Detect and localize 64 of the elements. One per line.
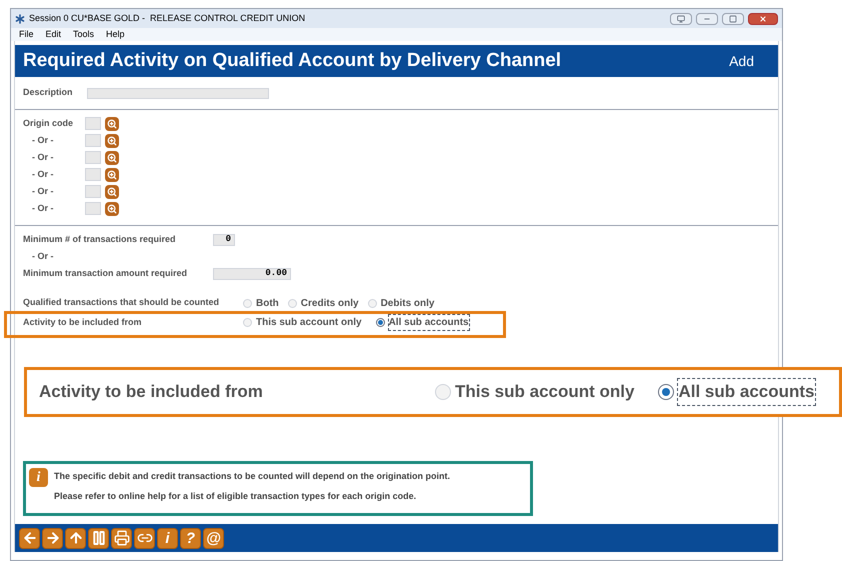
search-button[interactable] xyxy=(105,168,119,182)
close-icon xyxy=(759,14,767,22)
toolbar-button[interactable] xyxy=(19,528,40,548)
radio-label: All sub accounts xyxy=(388,315,469,330)
radio-button[interactable] xyxy=(376,318,385,327)
pause-icon xyxy=(90,530,106,546)
field-label: - Or - xyxy=(31,134,54,147)
field-label: - Or - xyxy=(31,202,54,215)
search-button[interactable] xyxy=(105,150,119,164)
origin-code-field[interactable] xyxy=(85,151,101,164)
field-label: - Or - xyxy=(31,150,54,164)
origin-code-field[interactable] xyxy=(85,117,101,130)
toolbar-button[interactable] xyxy=(65,528,86,548)
info-text: The specific debit and credit transactions to be counted will depend on the origination point. xyxy=(54,470,450,483)
origin-code-field[interactable] xyxy=(85,185,101,198)
toolbar-button[interactable] xyxy=(134,528,155,548)
search-button[interactable] xyxy=(105,134,119,148)
monitor-icon xyxy=(677,14,685,22)
field-label: Activity to be included from xyxy=(23,316,143,329)
mode-label: Add xyxy=(729,52,754,70)
menu-item[interactable]: Tools xyxy=(73,28,94,42)
printer-icon xyxy=(114,530,130,546)
radio-label: Debits only xyxy=(380,296,434,310)
search-button[interactable] xyxy=(105,184,119,198)
transaction-count-field[interactable]: 0 xyxy=(213,234,235,246)
maximize-button[interactable] xyxy=(722,12,744,24)
page-title: Required Activity on Qualified Account by Delivery Channel xyxy=(23,48,562,73)
toolbar-button[interactable] xyxy=(88,528,109,548)
origin-code-field[interactable] xyxy=(85,134,101,147)
menu-item[interactable]: Edit xyxy=(46,28,62,42)
callout-label: Activity to be included from xyxy=(39,381,264,404)
amount-field[interactable]: 0.00 xyxy=(213,268,291,280)
toolbar-button[interactable] xyxy=(42,528,63,548)
search-button[interactable] xyxy=(105,202,119,216)
info-text: Please refer to online help for a list of eligible transaction types for each origin code. xyxy=(54,490,418,503)
asterisk-icon xyxy=(15,14,25,24)
menu-item[interactable]: Help xyxy=(106,28,125,42)
forward-arrow-icon xyxy=(44,530,60,546)
back-arrow-icon xyxy=(22,530,38,546)
radio-button[interactable] xyxy=(658,384,674,400)
toolbar-button[interactable] xyxy=(111,528,132,548)
field-label: - Or - xyxy=(31,168,54,181)
field-label: Qualified transactions that should be counted xyxy=(23,296,220,310)
or-label: - Or - xyxy=(31,250,54,263)
search-button[interactable] xyxy=(105,116,119,130)
field-label: Minimum # of transactions required xyxy=(23,233,177,246)
field-label: Minimum transaction amount required xyxy=(23,266,188,280)
info-icon: i xyxy=(29,468,48,487)
maximize-icon xyxy=(729,14,737,22)
radio-label: This sub account only xyxy=(455,381,634,404)
radio-label: Both xyxy=(256,296,279,310)
field-label: Description xyxy=(23,86,74,100)
radio-label: All sub accounts xyxy=(678,379,814,405)
window-title: Session 0 CU*BASE GOLD - RELEASE CONTROL CREDIT UNION xyxy=(29,12,306,25)
field-label: - Or - xyxy=(31,184,54,198)
radio-label: Credits only xyxy=(300,296,359,310)
description-field[interactable] xyxy=(87,88,269,98)
radio-label: This sub account only xyxy=(256,316,362,330)
display-button[interactable] xyxy=(670,12,692,24)
origin-code-field[interactable] xyxy=(85,168,101,181)
origin-code-field[interactable] xyxy=(85,202,101,215)
field-label: Origin code xyxy=(23,116,74,130)
menu-item[interactable]: File xyxy=(19,28,34,42)
close-button[interactable] xyxy=(748,12,778,24)
